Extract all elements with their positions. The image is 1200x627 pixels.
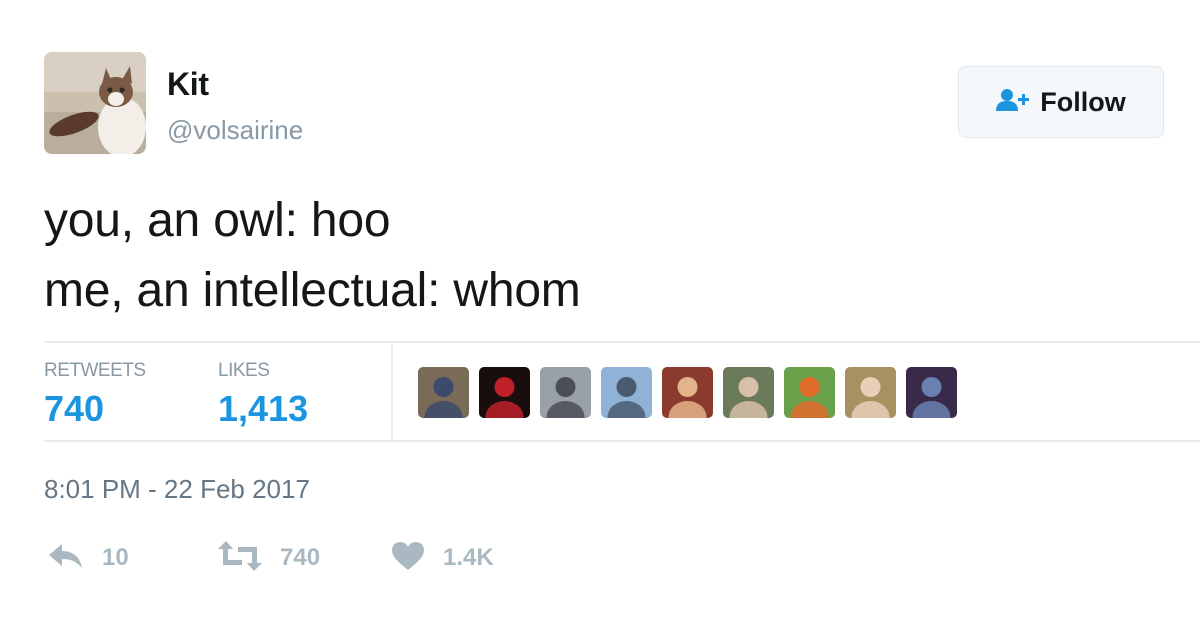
stats-divider — [391, 342, 393, 442]
retweet-icon — [218, 540, 262, 576]
retweet-button[interactable]: 740 — [218, 540, 320, 576]
liker-avatar-5[interactable] — [662, 367, 713, 418]
tweet-timestamp[interactable]: 8:01 PM - 22 Feb 2017 — [44, 474, 310, 505]
retweets-label: RETWEETS — [44, 360, 146, 381]
like-count: 1.4K — [443, 544, 494, 571]
tweet-line: me, an intellectual: whom — [44, 264, 581, 317]
likes-count[interactable]: 1,413 — [218, 388, 308, 430]
liker-avatar-8[interactable] — [845, 367, 896, 418]
liker-avatar-4[interactable] — [601, 367, 652, 418]
tweet-text: you, an owl: hoo me, an intellectual: wh… — [44, 186, 581, 326]
reply-count: 10 — [102, 544, 129, 571]
display-name[interactable]: Kit — [167, 66, 209, 103]
liker-avatar-3[interactable] — [540, 367, 591, 418]
liker-avatar-2[interactable] — [479, 367, 530, 418]
profile-avatar[interactable] — [44, 52, 146, 154]
divider-top — [44, 341, 1200, 343]
retweets-count[interactable]: 740 — [44, 388, 104, 430]
retweet-count: 740 — [280, 544, 321, 571]
heart-icon — [391, 541, 425, 576]
liker-avatar-7[interactable] — [784, 367, 835, 418]
user-handle[interactable]: @volsairine — [167, 115, 303, 146]
reply-button[interactable]: 10 — [48, 540, 129, 576]
divider-bottom — [44, 440, 1200, 442]
liker-avatar-9[interactable] — [906, 367, 957, 418]
follow-button[interactable]: Follow — [958, 66, 1164, 138]
follow-user-icon — [996, 88, 1030, 117]
likes-label: LIKES — [218, 360, 270, 381]
likers-row — [418, 367, 957, 418]
follow-button-label: Follow — [1040, 86, 1126, 117]
tweet-line: you, an owl: hoo — [44, 194, 391, 247]
reply-icon — [48, 542, 84, 575]
liker-avatar-6[interactable] — [723, 367, 774, 418]
liker-avatar-1[interactable] — [418, 367, 469, 418]
like-button[interactable]: 1.4K — [391, 540, 494, 576]
